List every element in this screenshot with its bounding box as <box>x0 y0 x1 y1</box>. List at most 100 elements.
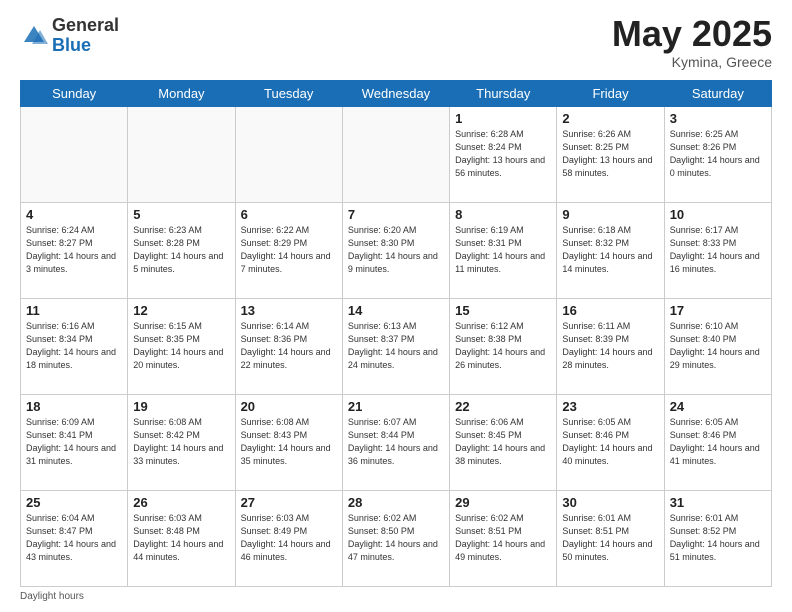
calendar-cell: 17 Sunrise: 6:10 AM Sunset: 8:40 PM Dayli… <box>664 299 771 395</box>
day-number: 17 <box>670 303 766 318</box>
day-info: Sunrise: 6:02 AM Sunset: 8:50 PM Dayligh… <box>348 512 444 564</box>
calendar-cell: 23Sunrise: 6:05 AM Sunset: 8:46 PM Dayli… <box>557 395 664 491</box>
logo: General Blue <box>20 16 119 56</box>
calendar-body: 1 Sunrise: 6:28 AM Sunset: 8:24 PM Daylig… <box>21 107 772 587</box>
calendar-cell: 11 Sunrise: 6:16 AM Sunset: 8:34 PM Dayli… <box>21 299 128 395</box>
day-info: Sunrise: 6:16 AM Sunset: 8:34 PM Dayligh… <box>26 320 122 372</box>
calendar-cell: 12Sunrise: 6:15 AM Sunset: 8:35 PM Dayli… <box>128 299 235 395</box>
calendar-cell: 29Sunrise: 6:02 AM Sunset: 8:51 PM Dayli… <box>450 491 557 587</box>
calendar-cell: 4Sunrise: 6:24 AM Sunset: 8:27 PM Daylig… <box>21 203 128 299</box>
day-number: 1 <box>455 111 551 126</box>
calendar-cell: 2 Sunrise: 6:26 AM Sunset: 8:25 PM Daylig… <box>557 107 664 203</box>
day-number: 10 <box>670 207 766 222</box>
day-number: 28 <box>348 495 444 510</box>
calendar-cell: 6Sunrise: 6:22 AM Sunset: 8:29 PM Daylig… <box>235 203 342 299</box>
logo-icon <box>20 22 48 50</box>
day-info: Sunrise: 6:18 AM Sunset: 8:32 PM Dayligh… <box>562 224 658 276</box>
day-number: 19 <box>133 399 229 414</box>
day-number: 7 <box>348 207 444 222</box>
title-block: May 2025 Kymina, Greece <box>612 16 772 70</box>
col-friday: Friday <box>557 81 664 107</box>
day-info: Sunrise: 6:13 AM Sunset: 8:37 PM Dayligh… <box>348 320 444 372</box>
day-info: Sunrise: 6:09 AM Sunset: 8:41 PM Dayligh… <box>26 416 122 468</box>
calendar-week-0: 1 Sunrise: 6:28 AM Sunset: 8:24 PM Daylig… <box>21 107 772 203</box>
day-number: 16 <box>562 303 658 318</box>
day-info: Sunrise: 6:24 AM Sunset: 8:27 PM Dayligh… <box>26 224 122 276</box>
day-number: 21 <box>348 399 444 414</box>
calendar-cell: 15 Sunrise: 6:12 AM Sunset: 8:38 PM Dayli… <box>450 299 557 395</box>
logo-text: General Blue <box>52 16 119 56</box>
location: Kymina, Greece <box>612 54 772 70</box>
calendar-cell: 14 Sunrise: 6:13 AM Sunset: 8:37 PM Dayli… <box>342 299 449 395</box>
calendar-cell: 3Sunrise: 6:25 AM Sunset: 8:26 PM Daylig… <box>664 107 771 203</box>
day-info: Sunrise: 6:20 AM Sunset: 8:30 PM Dayligh… <box>348 224 444 276</box>
day-number: 14 <box>348 303 444 318</box>
day-number: 26 <box>133 495 229 510</box>
day-info: Sunrise: 6:10 AM Sunset: 8:40 PM Dayligh… <box>670 320 766 372</box>
calendar-cell: 7 Sunrise: 6:20 AM Sunset: 8:30 PM Daylig… <box>342 203 449 299</box>
day-number: 22 <box>455 399 551 414</box>
day-number: 8 <box>455 207 551 222</box>
calendar-cell: 16 Sunrise: 6:11 AM Sunset: 8:39 PM Dayli… <box>557 299 664 395</box>
day-info: Sunrise: 6:08 AM Sunset: 8:43 PM Dayligh… <box>241 416 337 468</box>
calendar-cell <box>235 107 342 203</box>
logo-general: General <box>52 15 119 35</box>
calendar-cell: 1 Sunrise: 6:28 AM Sunset: 8:24 PM Daylig… <box>450 107 557 203</box>
header: General Blue May 2025 Kymina, Greece <box>20 16 772 70</box>
day-info: Sunrise: 6:06 AM Sunset: 8:45 PM Dayligh… <box>455 416 551 468</box>
day-number: 15 <box>455 303 551 318</box>
calendar-cell: 20 Sunrise: 6:08 AM Sunset: 8:43 PM Dayli… <box>235 395 342 491</box>
calendar-header-row: Sunday Monday Tuesday Wednesday Thursday… <box>21 81 772 107</box>
calendar-cell: 27Sunrise: 6:03 AM Sunset: 8:49 PM Dayli… <box>235 491 342 587</box>
day-number: 2 <box>562 111 658 126</box>
calendar-week-4: 25 Sunrise: 6:04 AM Sunset: 8:47 PM Dayli… <box>21 491 772 587</box>
day-number: 25 <box>26 495 122 510</box>
day-info: Sunrise: 6:05 AM Sunset: 8:46 PM Dayligh… <box>562 416 658 468</box>
day-number: 6 <box>241 207 337 222</box>
logo-blue: Blue <box>52 35 91 55</box>
calendar-cell: 21 Sunrise: 6:07 AM Sunset: 8:44 PM Dayli… <box>342 395 449 491</box>
day-info: Sunrise: 6:12 AM Sunset: 8:38 PM Dayligh… <box>455 320 551 372</box>
calendar-cell: 13 Sunrise: 6:14 AM Sunset: 8:36 PM Dayli… <box>235 299 342 395</box>
day-info: Sunrise: 6:05 AM Sunset: 8:46 PM Dayligh… <box>670 416 766 468</box>
day-info: Sunrise: 6:14 AM Sunset: 8:36 PM Dayligh… <box>241 320 337 372</box>
calendar-week-1: 4Sunrise: 6:24 AM Sunset: 8:27 PM Daylig… <box>21 203 772 299</box>
calendar-cell: 5 Sunrise: 6:23 AM Sunset: 8:28 PM Daylig… <box>128 203 235 299</box>
calendar-cell: 8Sunrise: 6:19 AM Sunset: 8:31 PM Daylig… <box>450 203 557 299</box>
day-info: Sunrise: 6:23 AM Sunset: 8:28 PM Dayligh… <box>133 224 229 276</box>
day-number: 5 <box>133 207 229 222</box>
calendar-cell: 25 Sunrise: 6:04 AM Sunset: 8:47 PM Dayli… <box>21 491 128 587</box>
day-info: Sunrise: 6:28 AM Sunset: 8:24 PM Dayligh… <box>455 128 551 180</box>
footer-note: Daylight hours <box>20 591 772 602</box>
calendar-table: Sunday Monday Tuesday Wednesday Thursday… <box>20 80 772 587</box>
calendar-week-3: 18 Sunrise: 6:09 AM Sunset: 8:41 PM Dayli… <box>21 395 772 491</box>
calendar-cell: 10Sunrise: 6:17 AM Sunset: 8:33 PM Dayli… <box>664 203 771 299</box>
col-saturday: Saturday <box>664 81 771 107</box>
col-thursday: Thursday <box>450 81 557 107</box>
day-number: 30 <box>562 495 658 510</box>
day-number: 11 <box>26 303 122 318</box>
calendar-cell <box>128 107 235 203</box>
calendar-cell <box>21 107 128 203</box>
day-number: 20 <box>241 399 337 414</box>
day-number: 12 <box>133 303 229 318</box>
day-info: Sunrise: 6:26 AM Sunset: 8:25 PM Dayligh… <box>562 128 658 180</box>
day-number: 13 <box>241 303 337 318</box>
calendar-cell: 30 Sunrise: 6:01 AM Sunset: 8:51 PM Dayli… <box>557 491 664 587</box>
calendar-cell: 31Sunrise: 6:01 AM Sunset: 8:52 PM Dayli… <box>664 491 771 587</box>
calendar-cell: 9Sunrise: 6:18 AM Sunset: 8:32 PM Daylig… <box>557 203 664 299</box>
day-number: 29 <box>455 495 551 510</box>
day-number: 24 <box>670 399 766 414</box>
col-monday: Monday <box>128 81 235 107</box>
day-info: Sunrise: 6:04 AM Sunset: 8:47 PM Dayligh… <box>26 512 122 564</box>
day-info: Sunrise: 6:07 AM Sunset: 8:44 PM Dayligh… <box>348 416 444 468</box>
calendar-cell: 28 Sunrise: 6:02 AM Sunset: 8:50 PM Dayli… <box>342 491 449 587</box>
day-info: Sunrise: 6:01 AM Sunset: 8:52 PM Dayligh… <box>670 512 766 564</box>
day-info: Sunrise: 6:08 AM Sunset: 8:42 PM Dayligh… <box>133 416 229 468</box>
month-title: May 2025 <box>612 16 772 52</box>
day-info: Sunrise: 6:01 AM Sunset: 8:51 PM Dayligh… <box>562 512 658 564</box>
day-info: Sunrise: 6:11 AM Sunset: 8:39 PM Dayligh… <box>562 320 658 372</box>
calendar-cell: 24 Sunrise: 6:05 AM Sunset: 8:46 PM Dayli… <box>664 395 771 491</box>
col-tuesday: Tuesday <box>235 81 342 107</box>
day-number: 18 <box>26 399 122 414</box>
